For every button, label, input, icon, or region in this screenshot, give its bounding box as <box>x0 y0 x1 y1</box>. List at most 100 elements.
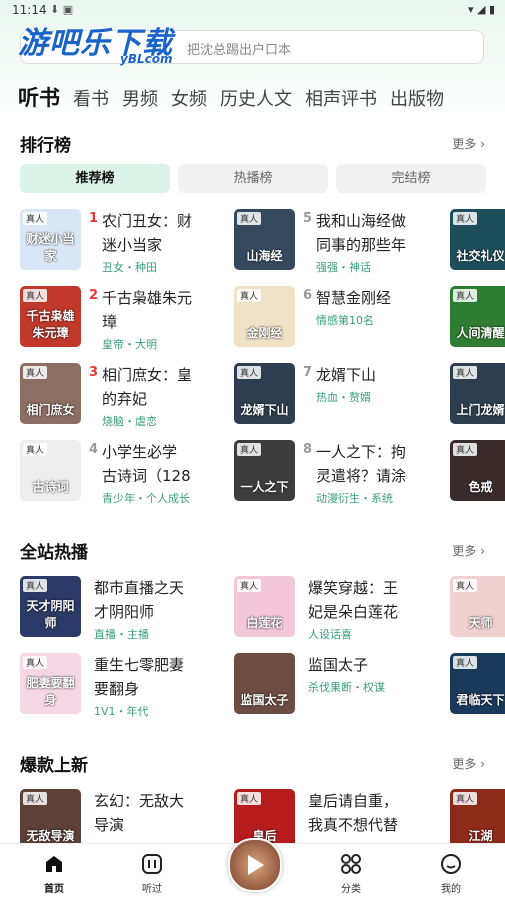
cover-art-text: 相门庶女 <box>26 403 75 417</box>
book-title: 一人之下：拘 灵遣将？请涂 <box>316 443 407 485</box>
book-cover[interactable]: 真人 财迷小当家 <box>20 209 81 270</box>
subtab-hot[interactable]: 热播榜 <box>178 164 328 193</box>
cover-art-text: 白莲花 <box>246 616 283 630</box>
book-tags: 强强・神话 <box>316 261 371 274</box>
section-title-new: 爆款上新 <box>20 756 88 776</box>
hot-more-link[interactable]: 更多 › <box>452 542 485 559</box>
tab-6[interactable]: 出版物 <box>390 85 444 111</box>
cover-tag: 真人 <box>23 656 48 669</box>
book-cover[interactable]: 监国太子 <box>234 653 295 714</box>
rank-number: 7 <box>303 365 313 380</box>
cover-art-text: 金刚经 <box>246 326 283 340</box>
book-tags: 直播・主播 <box>94 628 149 641</box>
book-item[interactable]: 真人 山海经 5 我和山海经做 同事的那些年 强强・神话 <box>234 209 434 274</box>
book-item[interactable]: 真人 白莲花 爆笑穿越：王 妃是朵白莲花 人设话喜 <box>234 576 434 641</box>
book-item[interactable]: 真人 肥妻要翻身 重生七零肥妻 要翻身 1V1・年代 <box>20 653 220 718</box>
cover-tag: 真人 <box>23 366 48 379</box>
book-item[interactable]: 真人 古诗词 4 小学生必学 古诗词（128 青少年・个人成长 <box>20 440 220 505</box>
book-item[interactable]: 真人 金刚经 6 智慧金刚经 情感第10名 <box>234 286 434 348</box>
book-cover[interactable]: 真人 上门龙婿 <box>450 363 505 424</box>
category-tabs: 听书 看书 男频 女频 历史人文 相声评书 出版物 <box>18 82 457 112</box>
book-cover[interactable]: 真人 相门庶女 <box>20 363 81 424</box>
book-cover[interactable]: 真人 千古枭雄朱元璋 <box>20 286 81 347</box>
book-cover[interactable]: 真人 江湖 <box>450 789 505 850</box>
rank-number: 2 <box>89 288 99 303</box>
book-title: 龙婿下山 <box>316 366 377 384</box>
book-cover[interactable]: 真人 社交礼仪 <box>450 209 505 270</box>
cover-tag: 真人 <box>237 579 262 592</box>
section-title-hot: 全站热播 <box>20 543 88 563</box>
nav-profile-label: 我的 <box>441 884 461 895</box>
book-cover[interactable]: 真人色戒 <box>450 440 505 501</box>
book-item[interactable]: 真人 无敌导演 玄幻：无敌大 导演 <box>20 789 220 851</box>
book-tags: 热血・赘婿 <box>316 391 371 404</box>
cover-art-text: 监国太子 <box>240 693 289 707</box>
book-title: 重生七零肥妻 要翻身 <box>94 656 185 698</box>
status-time: 11:14 <box>12 3 47 17</box>
book-title: 千古枭雄朱元璋 <box>102 289 193 331</box>
cover-tag: 真人 <box>453 289 478 302</box>
book-tags: 丑女・种田 <box>102 261 157 274</box>
status-icons: ▾ ◢ ▮ <box>467 3 495 16</box>
tab-4[interactable]: 历史人文 <box>220 85 292 111</box>
cover-art-text: 一人之下 <box>240 480 289 494</box>
cover-tag: 真人 <box>23 579 48 592</box>
book-cover[interactable]: 真人 人间清醒 <box>450 286 505 347</box>
new-more-link[interactable]: 更多 › <box>452 755 485 772</box>
book-cover[interactable]: 真人 天才阴阳师 <box>20 576 81 637</box>
cover-art-text: 天才阴阳师 <box>26 599 75 630</box>
book-tags: 动漫衍生・系统 <box>316 492 393 505</box>
book-cover[interactable]: 真人 肥妻要翻身 <box>20 653 81 714</box>
book-tags: 青少年・个人成长 <box>102 492 190 505</box>
tab-0[interactable]: 听书 <box>18 82 60 112</box>
book-item[interactable]: 真人 一人之下 8 一人之下：拘 灵遣将？请涂动漫衍生・系统 <box>234 440 434 505</box>
book-cover[interactable]: 真人 龙婿下山 <box>234 363 295 424</box>
book-cover[interactable]: 真人 古诗词 <box>20 440 81 501</box>
subtab-recommend[interactable]: 推荐榜 <box>20 164 170 193</box>
book-item[interactable]: 真人 天才阴阳师 都市直播之天 才阴阳师 直播・主播 <box>20 576 220 641</box>
ranking-more-link[interactable]: 更多 › <box>452 135 485 152</box>
book-cover[interactable]: 真人 金刚经 <box>234 286 295 347</box>
book-item[interactable]: 真人 千古枭雄朱元璋 2 千古枭雄朱元璋皇帝・大明 <box>20 286 220 351</box>
profile-icon <box>441 854 461 874</box>
tab-1[interactable]: 看书 <box>73 85 109 111</box>
tab-3[interactable]: 女频 <box>171 85 207 111</box>
book-tags: 人设话喜 <box>308 628 352 641</box>
book-item[interactable]: 监国太子 监国太子 杀伐果断・权谋 <box>234 653 434 715</box>
book-cover[interactable]: 真人 一人之下 <box>234 440 295 501</box>
home-icon <box>46 856 62 872</box>
nav-home[interactable]: 首页 <box>24 852 84 895</box>
book-item[interactable]: 真人 相门庶女 3 相门庶女：皇 的弃妃 烧脑・虐恋 <box>20 363 220 428</box>
book-tags: 杀伐果断・权谋 <box>308 681 385 694</box>
book-title: 小学生必学 古诗词（128 <box>102 443 191 485</box>
nav-profile[interactable]: 我的 <box>421 852 481 895</box>
cover-art-text: 千古枭雄朱元璋 <box>26 309 75 340</box>
book-item[interactable]: 真人 财迷小当家 1 农门丑女：财 迷小当家 丑女・种田 <box>20 209 220 274</box>
book-tags: 1V1・年代 <box>94 705 149 718</box>
tab-5[interactable]: 相声评书 <box>305 85 377 111</box>
cover-art-text: 龙婿下山 <box>240 403 289 417</box>
rank-number: 1 <box>89 211 99 226</box>
book-cover[interactable]: 真人 君临天下 <box>450 653 505 714</box>
cover-tag: 真人 <box>237 366 262 379</box>
notification-icons: ⬇ ▣ <box>50 3 74 16</box>
tab-2[interactable]: 男频 <box>122 85 158 111</box>
book-title: 我和山海经做 同事的那些年 <box>316 212 407 254</box>
rank-number: 3 <box>89 365 99 380</box>
nav-category[interactable]: 分类 <box>321 852 381 895</box>
book-cover[interactable]: 真人 无敌导演 <box>20 789 81 850</box>
rank-number: 4 <box>89 442 99 457</box>
book-cover[interactable]: 真人白莲花 <box>234 576 295 637</box>
mini-player-button[interactable] <box>228 838 282 892</box>
cover-tag: 真人 <box>453 212 478 225</box>
nav-history[interactable]: 听过 <box>122 852 182 895</box>
cover-art-text: 色戒 <box>468 480 493 494</box>
rank-number: 8 <box>303 442 313 457</box>
book-cover[interactable]: 真人 天师 <box>450 576 505 637</box>
book-title: 爆笑穿越：王 妃是朵白莲花 <box>308 579 399 621</box>
subtab-complete[interactable]: 完结榜 <box>336 164 486 193</box>
book-cover[interactable]: 真人 山海经 <box>234 209 295 270</box>
cover-art-text: 江湖 <box>468 829 493 843</box>
book-item[interactable]: 真人 龙婿下山 7 龙婿下山 热血・赘婿 <box>234 363 434 425</box>
cover-tag: 真人 <box>453 443 478 456</box>
